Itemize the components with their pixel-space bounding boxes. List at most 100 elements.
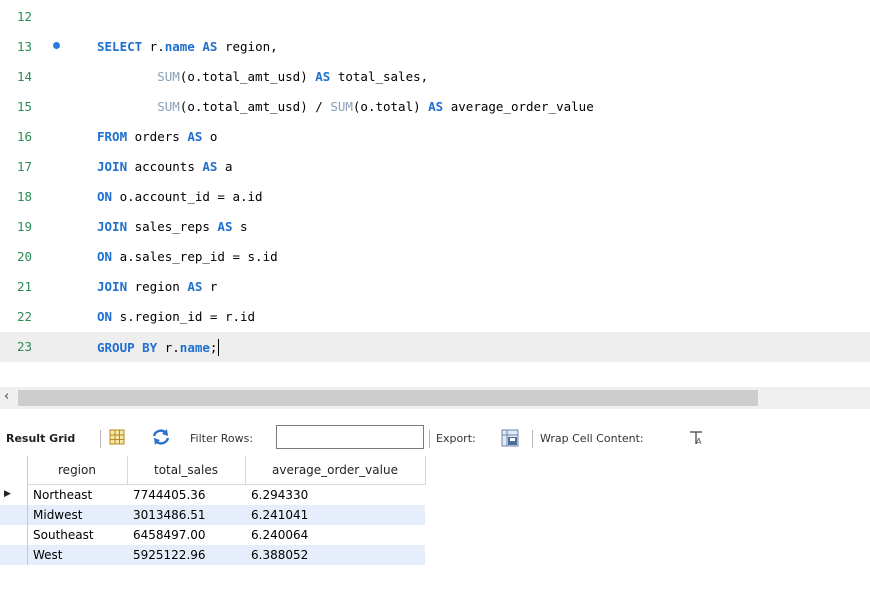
line-number: 13: [17, 39, 33, 54]
refresh-icon[interactable]: [150, 428, 172, 449]
scroll-left-arrow-icon[interactable]: ‹: [4, 389, 9, 404]
sql-keyword: AS: [187, 129, 203, 144]
code-line[interactable]: 15 SUM(o.total_amt_usd) / SUM(o.total) A…: [0, 92, 870, 122]
table-cell[interactable]: West: [33, 545, 127, 565]
sql-function: SUM: [330, 99, 353, 114]
line-number: 16: [17, 129, 33, 144]
code-line[interactable]: 20 ON a.sales_rep_id = s.id: [0, 242, 870, 272]
sql-keyword: AS: [428, 99, 444, 114]
sql-token: s: [232, 219, 248, 234]
code-text: SELECT r.name AS region,: [97, 39, 278, 54]
svg-text:A: A: [696, 437, 702, 446]
line-number: 21: [17, 279, 33, 294]
table-row[interactable]: Southeast 6458497.00 6.240064: [0, 525, 425, 545]
sql-keyword: JOIN: [97, 219, 128, 234]
sql-keyword: JOIN: [97, 279, 128, 294]
line-number: 15: [17, 99, 33, 114]
sql-token: r.: [142, 39, 165, 54]
export-label: Export:: [436, 432, 476, 445]
row-selector[interactable]: [0, 545, 28, 565]
sql-token: (o.total): [352, 99, 429, 114]
code-text: FROM orders AS o: [97, 129, 217, 144]
wrap-cell-content-label: Wrap Cell Content:: [540, 432, 644, 445]
column-header[interactable]: region: [27, 456, 128, 485]
table-row[interactable]: Midwest 3013486.51 6.241041: [0, 505, 425, 525]
table-cell[interactable]: Midwest: [33, 505, 127, 525]
row-selector[interactable]: [0, 505, 28, 525]
sql-token: r: [202, 279, 218, 294]
line-number: 19: [17, 219, 33, 234]
table-cell[interactable]: 3013486.51: [133, 505, 245, 525]
row-selector[interactable]: ▶: [0, 485, 28, 505]
code-line[interactable]: 14 SUM(o.total_amt_usd) AS total_sales,: [0, 62, 870, 92]
horizontal-scrollbar[interactable]: ‹: [0, 387, 870, 409]
sql-keyword: GROUP BY: [97, 340, 158, 355]
line-number: 23: [17, 339, 33, 354]
sql-keyword: AS: [202, 39, 218, 54]
sql-keyword: AS: [217, 219, 233, 234]
sql-token: (o.total_amt_usd) /: [179, 99, 331, 114]
code-line[interactable]: 23 GROUP BY r.name;: [0, 332, 870, 362]
sql-token: total_sales,: [330, 69, 429, 84]
code-text: ON o.account_id = a.id: [97, 189, 263, 204]
current-row-arrow-icon: ▶: [4, 489, 11, 499]
export-icon[interactable]: [500, 428, 520, 451]
sql-keyword: ON: [97, 189, 113, 204]
code-line[interactable]: 22 ON s.region_id = r.id: [0, 302, 870, 332]
table-cell[interactable]: 6.241041: [251, 505, 425, 525]
sql-token: o: [202, 129, 218, 144]
code-line[interactable]: 18 ON o.account_id = a.id: [0, 182, 870, 212]
sql-keyword: ON: [97, 249, 113, 264]
sql-token: s.region_id = r.id: [112, 309, 256, 324]
code-text: ON s.region_id = r.id: [97, 309, 255, 324]
table-cell[interactable]: Southeast: [33, 525, 127, 545]
filter-rows-label: Filter Rows:: [190, 432, 254, 445]
column-header[interactable]: average_order_value: [245, 456, 426, 485]
sql-token: r.: [157, 340, 180, 355]
line-number: 22: [17, 309, 33, 324]
table-cell[interactable]: 6.388052: [251, 545, 425, 565]
line-number: 18: [17, 189, 33, 204]
grid-layout-icon[interactable]: [108, 428, 126, 449]
toolbar-separator: [100, 430, 101, 448]
table-cell[interactable]: Northeast: [33, 485, 127, 505]
sql-keyword: AS: [187, 279, 203, 294]
scrollbar-thumb[interactable]: [18, 390, 758, 406]
sql-keyword: name: [179, 340, 210, 355]
code-text: ON a.sales_rep_id = s.id: [97, 249, 278, 264]
sql-function: SUM: [157, 99, 180, 114]
table-row[interactable]: West 5925122.96 6.388052: [0, 545, 425, 565]
row-header-corner: [0, 456, 28, 484]
code-line[interactable]: 21 JOIN region AS r: [0, 272, 870, 302]
sql-token: a: [217, 159, 233, 174]
code-line[interactable]: 12: [0, 2, 870, 32]
filter-rows-input[interactable]: [276, 425, 424, 449]
code-line[interactable]: 13 SELECT r.name AS region,: [0, 32, 870, 62]
code-line[interactable]: 16 FROM orders AS o: [0, 122, 870, 152]
row-selector[interactable]: [0, 525, 28, 545]
toolbar-separator: [429, 430, 430, 448]
result-grid-tab[interactable]: Result Grid: [6, 432, 75, 445]
code-text: SUM(o.total_amt_usd) / SUM(o.total) AS a…: [97, 99, 594, 114]
result-toolbar: Result Grid Filter Rows: Export: Wrap Ce…: [0, 422, 870, 456]
table-cell[interactable]: 6.294330: [251, 485, 425, 505]
code-line[interactable]: 17 JOIN accounts AS a: [0, 152, 870, 182]
table-cell[interactable]: 6458497.00: [133, 525, 245, 545]
line-number: 17: [17, 159, 33, 174]
sql-token: region,: [217, 39, 278, 54]
code-line[interactable]: 19 JOIN sales_reps AS s: [0, 212, 870, 242]
sql-editor[interactable]: 12 13 SELECT r.name AS region, 14 SUM(o.tot…: [0, 0, 870, 384]
code-text: SUM(o.total_amt_usd) AS total_sales,: [97, 69, 428, 84]
statement-marker-icon: [53, 42, 60, 49]
table-cell[interactable]: 6.240064: [251, 525, 425, 545]
line-number: 14: [17, 69, 33, 84]
table-cell[interactable]: 5925122.96: [133, 545, 245, 565]
wrap-text-icon[interactable]: A: [688, 430, 704, 449]
table-row[interactable]: ▶ Northeast 7744405.36 6.294330: [0, 485, 425, 505]
sql-keyword: name: [164, 39, 195, 54]
code-text: JOIN accounts AS a: [97, 159, 233, 174]
table-cell[interactable]: 7744405.36: [133, 485, 245, 505]
column-header[interactable]: total_sales: [127, 456, 246, 485]
